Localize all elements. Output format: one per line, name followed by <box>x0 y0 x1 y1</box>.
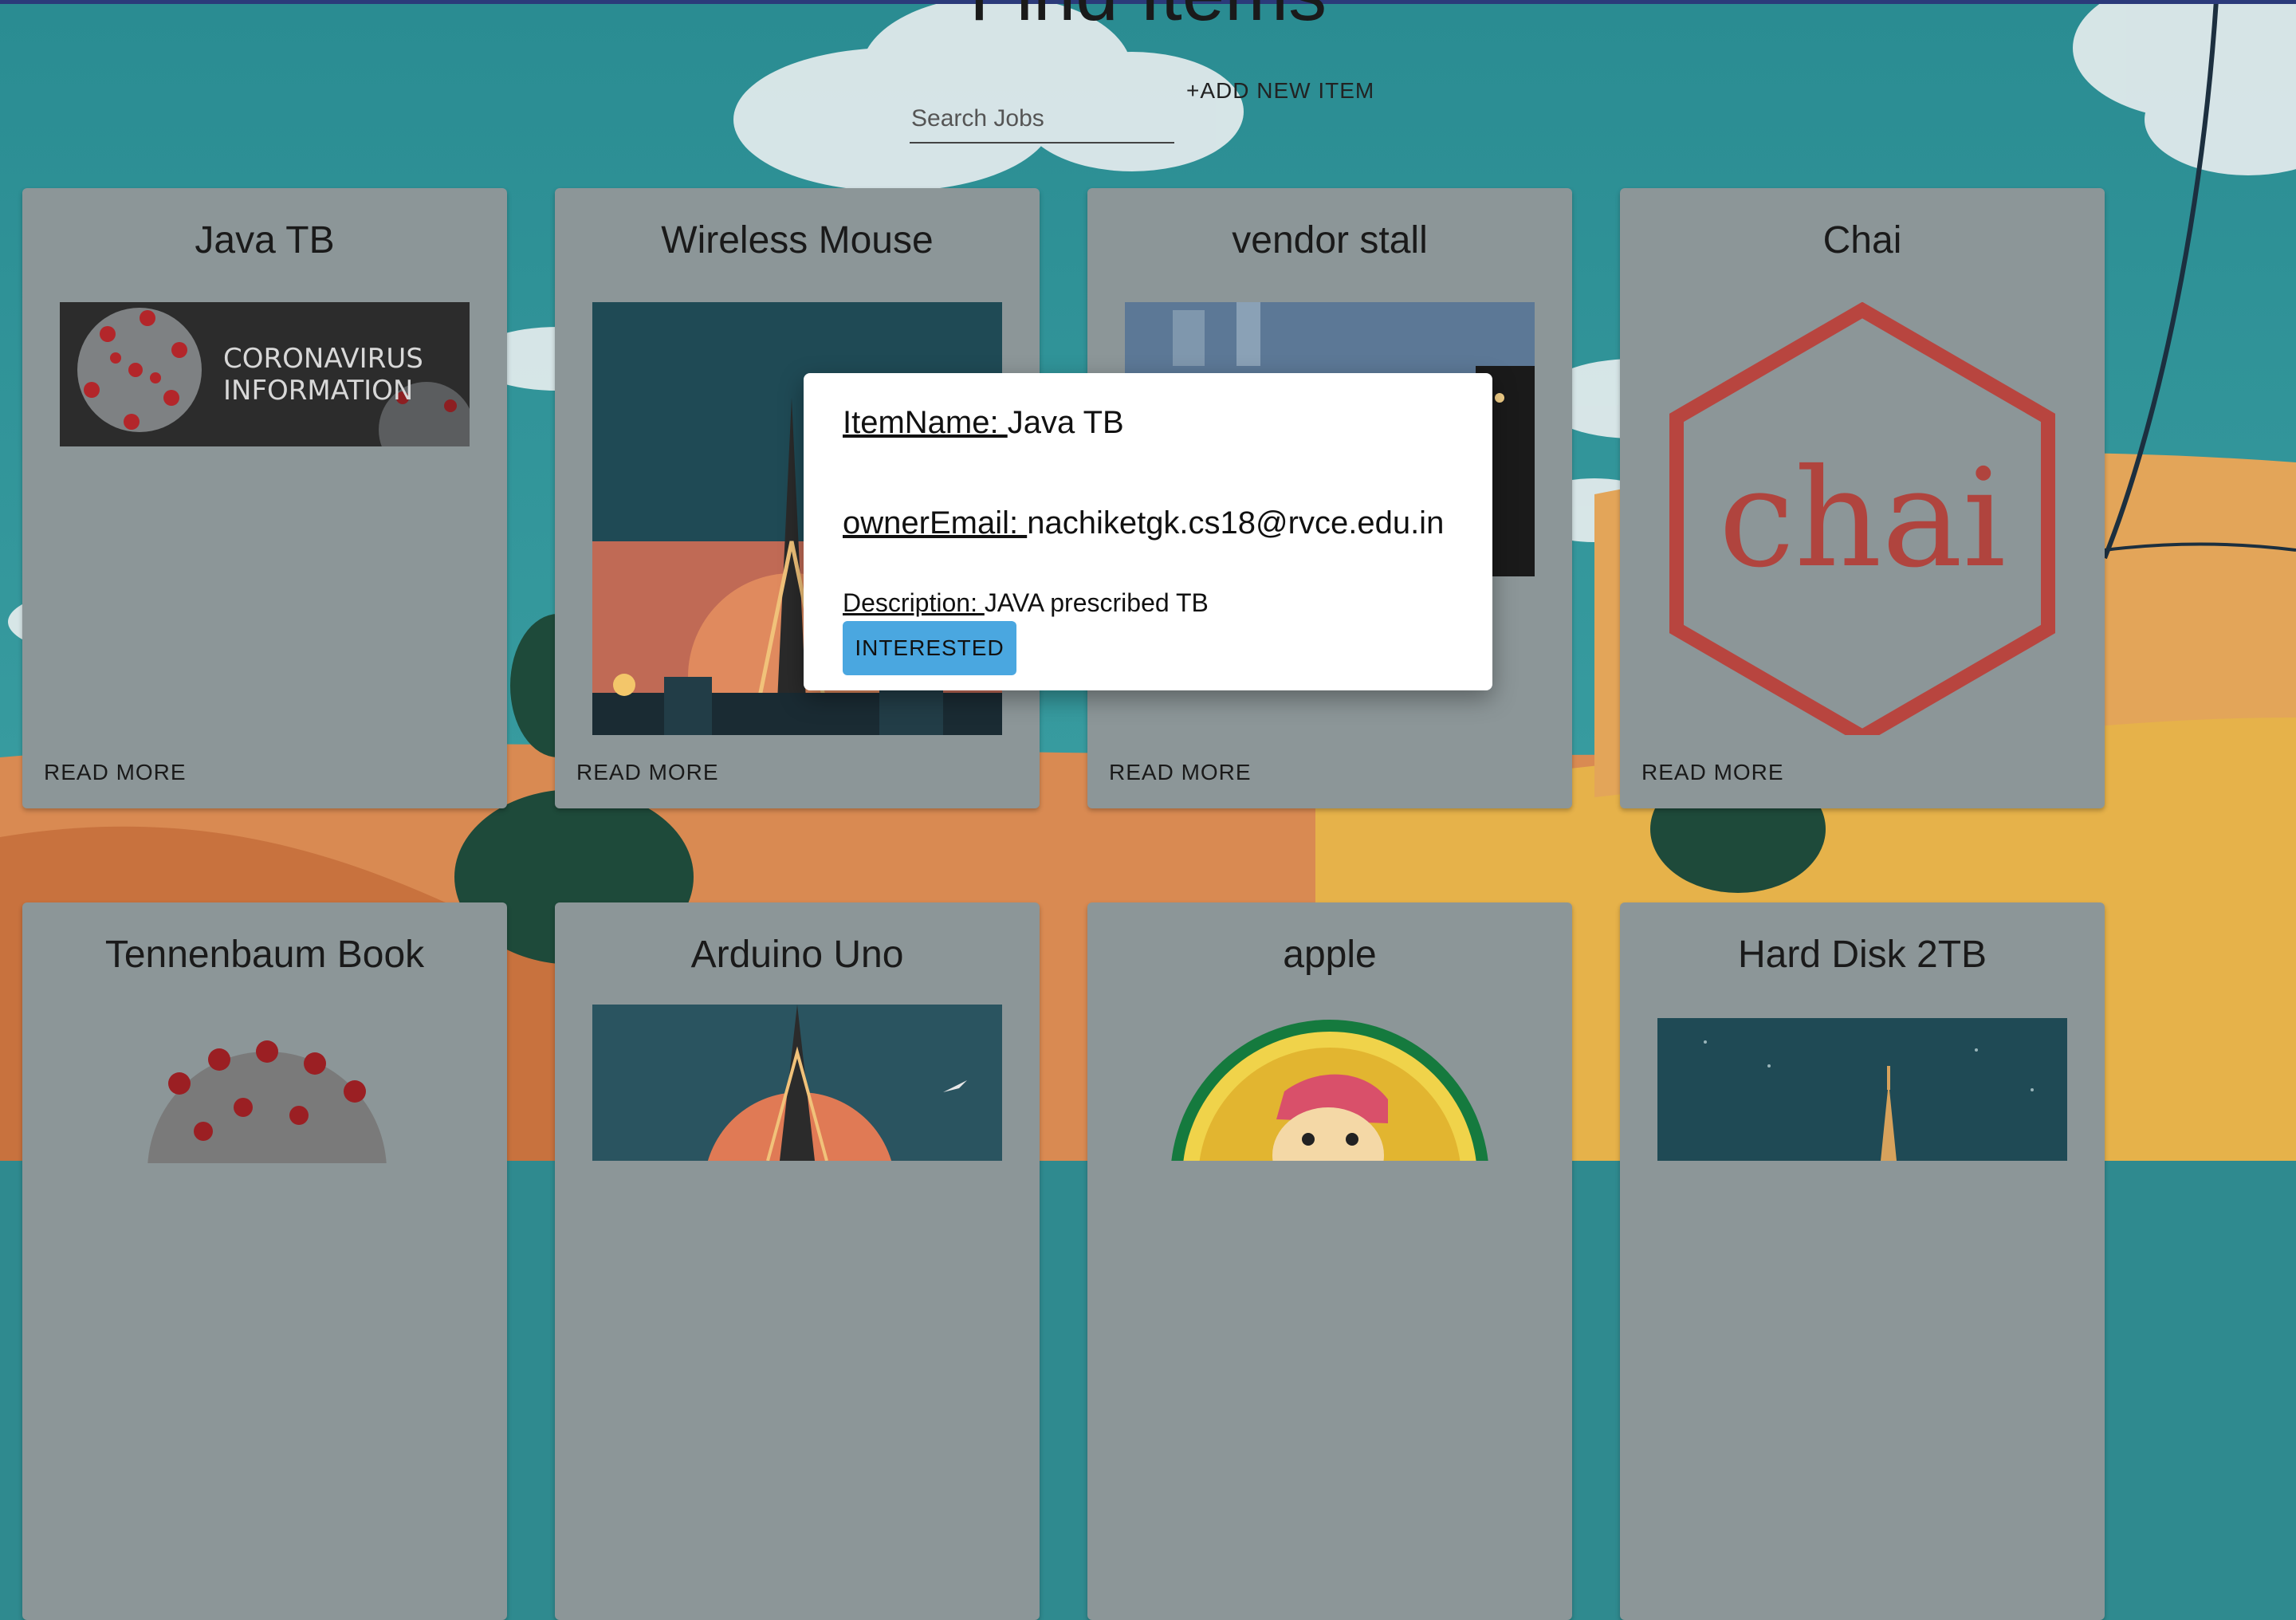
item-name-row: ItemName: Java TB <box>843 405 1124 441</box>
description-value: JAVA prescribed TB <box>984 588 1209 617</box>
owner-email-row: ownerEmail: nachiketgk.cs18@rvce.edu.in <box>843 505 1444 541</box>
description-row: Description: JAVA prescribed TB <box>843 588 1209 618</box>
owner-email-label: ownerEmail: <box>843 505 1028 541</box>
item-detail-modal: ItemName: Java TB ownerEmail: nachiketgk… <box>804 373 1492 690</box>
owner-email-value: nachiketgk.cs18@rvce.edu.in <box>1027 505 1445 541</box>
interested-button[interactable]: INTERESTED <box>843 621 1016 675</box>
description-label: Description: <box>843 588 985 617</box>
item-name-value: Java TB <box>1007 405 1124 440</box>
item-name-label: ItemName: <box>843 405 1008 440</box>
